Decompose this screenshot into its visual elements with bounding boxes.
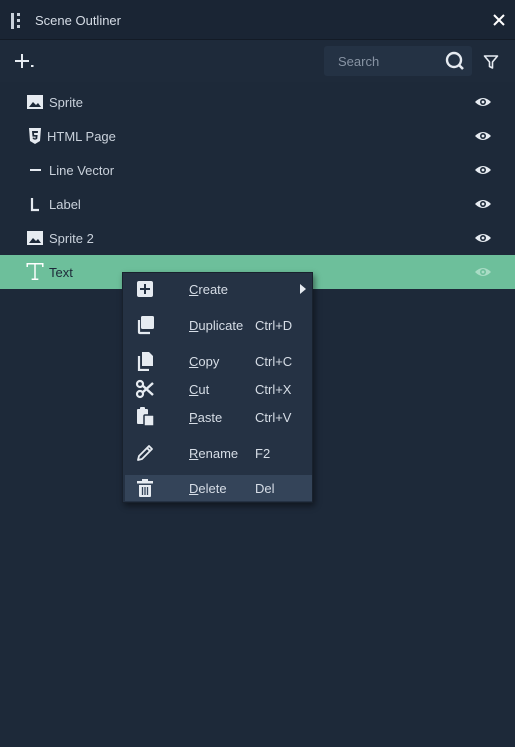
search-input[interactable] (332, 46, 442, 76)
menu-item-label: Duplicate (189, 318, 244, 333)
text-icon (26, 263, 44, 280)
tree-item-label-object[interactable]: Label (0, 187, 515, 221)
menu-item-shortcut: Ctrl+C (255, 354, 293, 369)
search-box (324, 46, 472, 76)
eye-icon[interactable] (474, 265, 492, 279)
scissors-icon (135, 379, 154, 399)
paste-icon (137, 407, 155, 427)
drag-handle-icon[interactable] (11, 13, 21, 29)
menu-item-shortcut: F2 (255, 446, 271, 461)
line-icon (30, 169, 41, 171)
tree-item-label: Sprite (49, 95, 83, 110)
tree-item-label: HTML Page (47, 129, 116, 144)
search-icon[interactable] (445, 51, 465, 71)
close-icon[interactable] (491, 12, 507, 28)
tree-item-sprite-2[interactable]: Sprite 2 (0, 221, 515, 255)
menu-item-copy[interactable]: Copy Ctrl+C (125, 348, 312, 374)
tree-item-html-page[interactable]: HTML Page (0, 119, 515, 153)
plus-box-icon (137, 281, 153, 297)
menu-item-cut[interactable]: Cut Ctrl+X (125, 376, 312, 402)
image-icon (27, 95, 43, 109)
add-object-button[interactable] (14, 52, 36, 72)
tree-item-label: Label (49, 197, 81, 212)
tree-item-label: Sprite 2 (49, 231, 94, 246)
pencil-icon (137, 445, 153, 461)
menu-item-label: Paste (189, 410, 223, 425)
tree-item-label: Line Vector (49, 163, 115, 178)
menu-item-shortcut: Ctrl+V (255, 410, 292, 425)
image-icon (27, 231, 43, 245)
menu-item-duplicate[interactable]: Duplicate Ctrl+D (125, 312, 312, 338)
eye-icon[interactable] (474, 129, 492, 143)
panel-title: Scene Outliner (35, 13, 121, 28)
trash-icon (137, 479, 153, 497)
tree-item-line-vector[interactable]: Line Vector (0, 153, 515, 187)
tree-item-sprite[interactable]: Sprite (0, 85, 515, 119)
menu-item-delete[interactable]: Delete Del (125, 475, 312, 501)
label-icon (30, 198, 39, 212)
menu-item-rename[interactable]: Rename F2 (125, 440, 312, 466)
filter-icon[interactable] (483, 54, 499, 70)
copy-icon (137, 352, 153, 371)
eye-icon[interactable] (474, 163, 492, 177)
eye-icon[interactable] (474, 197, 492, 211)
submenu-arrow-icon (300, 284, 306, 294)
menu-item-create[interactable]: Create (125, 276, 312, 302)
scene-tree: Sprite HTML Page Line Vector Label Sprit… (0, 85, 515, 289)
duplicate-icon (137, 316, 154, 335)
html5-icon (29, 128, 41, 144)
tree-item-label: Text (49, 265, 73, 280)
menu-item-label: Rename (189, 446, 239, 461)
menu-item-shortcut: Ctrl+D (255, 318, 293, 333)
menu-item-label: Delete (189, 481, 227, 496)
toolbar (0, 40, 515, 82)
menu-item-shortcut: Del (255, 481, 275, 496)
title-bar: Scene Outliner (0, 0, 515, 40)
menu-item-label: Create (189, 282, 229, 297)
menu-item-label: Copy (189, 354, 220, 369)
eye-icon[interactable] (474, 231, 492, 245)
context-menu: Create Duplicate Ctrl+D Copy Ctrl+C Cut … (122, 272, 313, 503)
eye-icon[interactable] (474, 95, 492, 109)
menu-item-shortcut: Ctrl+X (255, 382, 292, 397)
menu-item-paste[interactable]: Paste Ctrl+V (125, 404, 312, 430)
menu-item-label: Cut (189, 382, 210, 397)
